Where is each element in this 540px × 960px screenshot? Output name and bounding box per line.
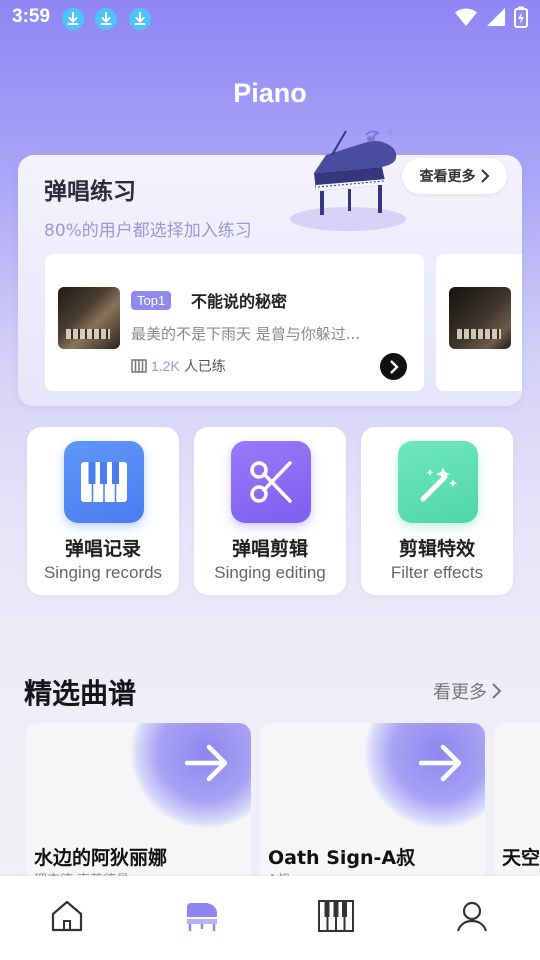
- app-title: Piano: [233, 78, 307, 108]
- bottom-nav: [0, 876, 540, 960]
- feature-singing-editing[interactable]: 弹唱剪辑 Singing editing: [194, 427, 346, 595]
- arrow-right-icon: [184, 744, 228, 782]
- profile-icon: [456, 901, 488, 932]
- chevron-right-icon: [492, 683, 502, 699]
- song-card[interactable]: Top1 不能说的秘密 最美的不是下雨天 是曾与你躲过... 1.2K 人已练: [45, 254, 424, 391]
- score-title: 天空: [502, 847, 540, 869]
- signal-icon: [487, 8, 505, 26]
- magic-wand-icon: [398, 441, 478, 523]
- score-title: 水边的阿狄丽娜: [34, 847, 168, 869]
- nav-piano[interactable]: [182, 896, 222, 936]
- song-thumbnail: [58, 287, 120, 349]
- rank-badge: Top1: [131, 291, 172, 310]
- chevron-right-icon: [389, 359, 399, 374]
- wifi-icon: [455, 8, 477, 26]
- song-lyric: 最美的不是下雨天 是曾与你躲过...: [131, 325, 361, 343]
- feature-filter-effects[interactable]: 剪辑特效 Filter effects: [361, 427, 513, 595]
- piano-keys-icon: [64, 441, 144, 523]
- chevron-right-icon: [480, 169, 489, 183]
- download-icon: [62, 8, 84, 30]
- feature-title: 弹唱记录: [64, 538, 141, 560]
- score-card[interactable]: Oath Sign-A叔 A叔: [260, 723, 485, 883]
- song-card[interactable]: [436, 254, 522, 391]
- practice-subtitle: 80%的用户都选择加入练习: [44, 221, 252, 241]
- grand-piano-icon: [187, 903, 217, 931]
- practice-card: 弹唱练习 80%的用户都选择加入练习 查看更多 Top1 不能说的秘密 最美的不…: [18, 127, 522, 406]
- feature-title: 剪辑特效: [398, 538, 475, 560]
- section-see-more-link[interactable]: 看更多: [433, 678, 503, 704]
- feature-title: 弹唱剪辑: [231, 538, 308, 560]
- grand-piano-illustration-icon: [290, 127, 406, 231]
- feature-subtitle: Filter effects: [390, 563, 484, 582]
- arrow-right-icon: [418, 744, 462, 782]
- practice-count-number: 1.2K: [151, 358, 180, 374]
- feature-singing-records[interactable]: 弹唱记录 Singing records: [27, 427, 179, 595]
- practice-count: 1.2K 人已练: [131, 356, 226, 376]
- scissors-icon: [231, 441, 311, 523]
- download-icon: [129, 8, 151, 30]
- piano-keys-icon: [131, 359, 147, 373]
- nav-scores[interactable]: [316, 896, 356, 936]
- section-title: 精选曲谱: [24, 677, 137, 710]
- see-more-label: 查看更多: [419, 169, 476, 185]
- feature-subtitle: Singing records: [43, 563, 163, 582]
- song-title: 不能说的秘密: [191, 292, 288, 311]
- play-button[interactable]: [380, 353, 407, 380]
- score-title: Oath Sign-A叔: [268, 847, 416, 869]
- see-more-button[interactable]: 查看更多: [402, 158, 507, 194]
- home-icon: [51, 900, 83, 932]
- score-card[interactable]: 天空: [494, 723, 540, 883]
- status-bar: 3:59: [0, 0, 540, 38]
- song-thumbnail: [449, 287, 511, 349]
- feature-subtitle: Singing editing: [214, 563, 326, 582]
- practice-title: 弹唱练习: [44, 179, 136, 205]
- nav-profile[interactable]: [452, 896, 492, 936]
- score-card[interactable]: 水边的阿狄丽娜 理查德·克莱德曼: [26, 723, 251, 883]
- practice-count-suffix: 人已练: [183, 359, 226, 375]
- nav-home[interactable]: [47, 896, 87, 936]
- battery-charging-icon: [514, 6, 528, 28]
- status-time: 3:59: [12, 6, 51, 27]
- download-icon: [95, 8, 117, 30]
- piano-keys-icon: [318, 900, 354, 932]
- see-more-label: 看更多: [433, 682, 487, 703]
